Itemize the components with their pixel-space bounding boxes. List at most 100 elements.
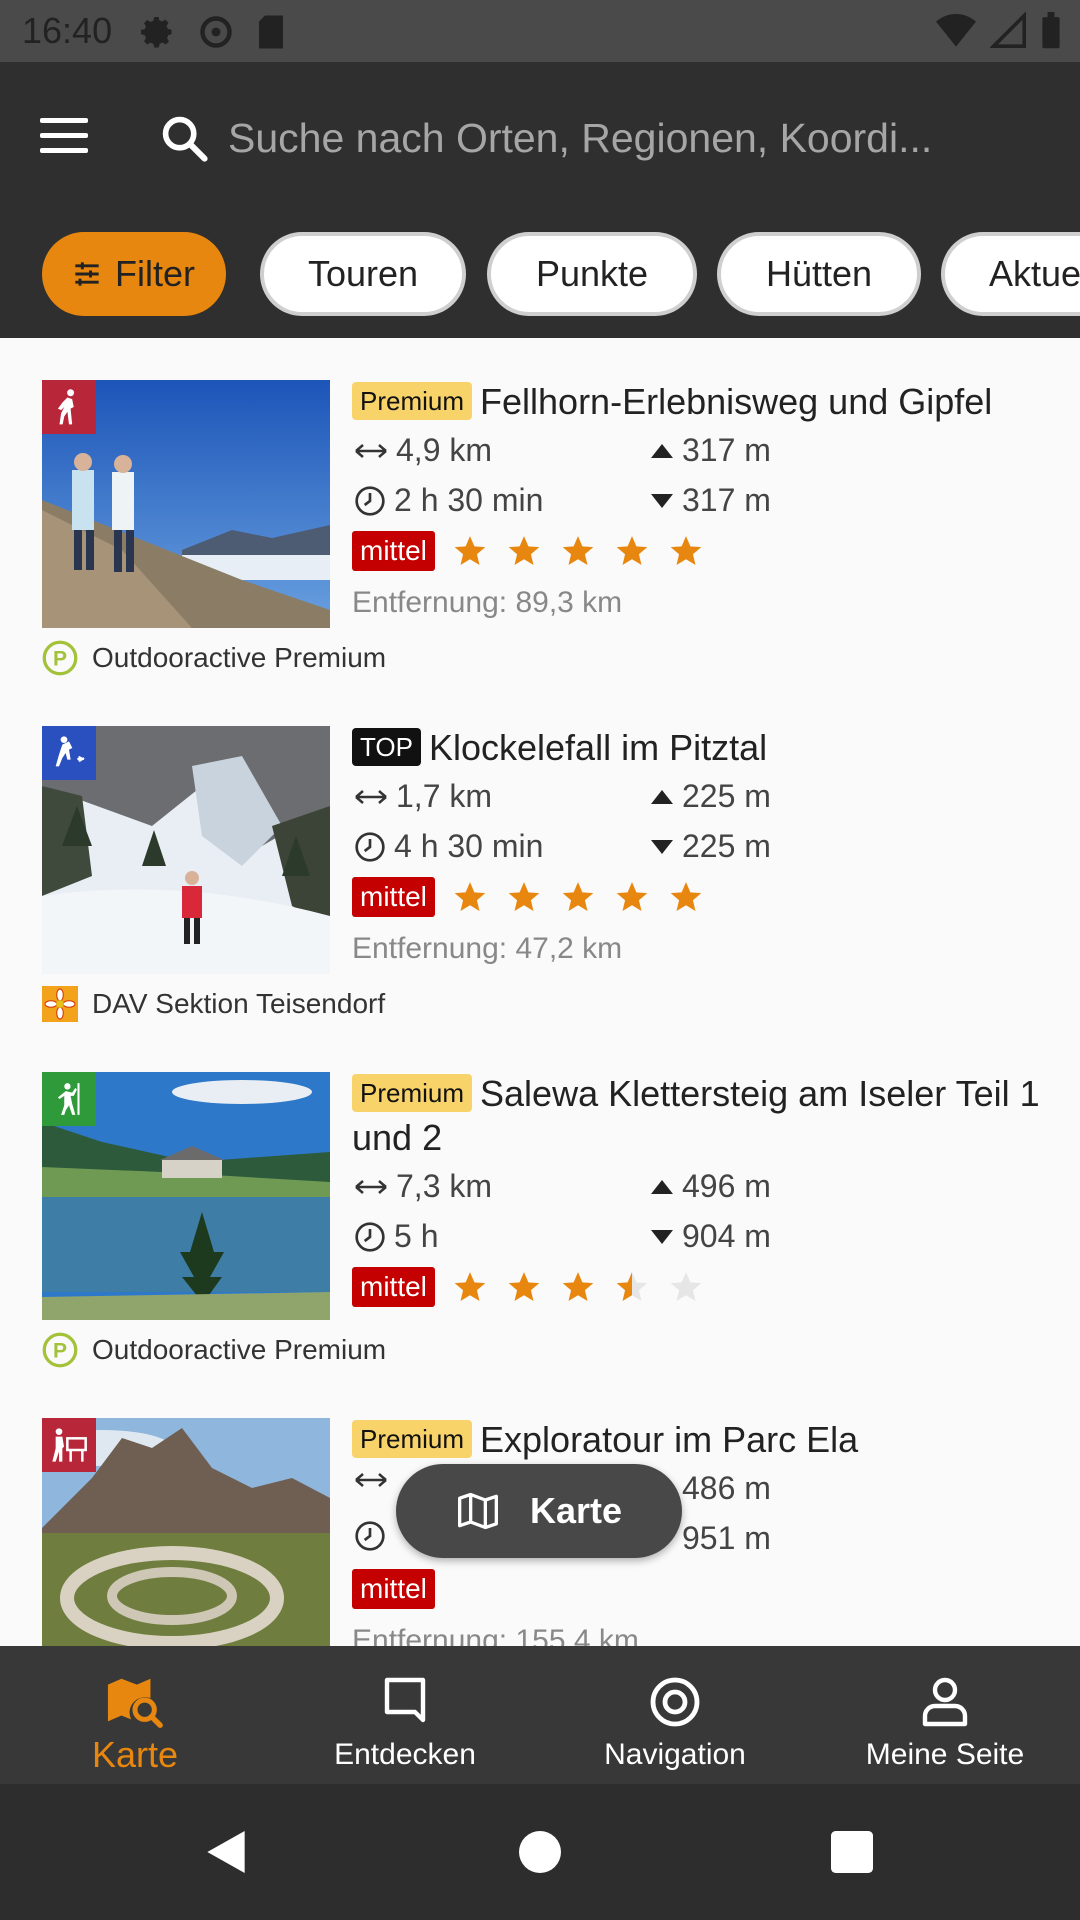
length-icon	[355, 1179, 387, 1194]
themed-trail-icon	[42, 1418, 96, 1472]
via-ferrata-icon	[42, 1072, 96, 1126]
star-icon	[616, 882, 648, 912]
signal-icon	[990, 12, 1026, 48]
descent-icon	[651, 493, 673, 508]
tour-image	[42, 726, 330, 974]
status-time: 16:40	[22, 10, 113, 51]
tour-length: 7,3 km	[396, 1168, 493, 1204]
ice-climbing-icon	[42, 726, 96, 780]
map-search-icon	[107, 1678, 163, 1728]
tour-image	[42, 1418, 330, 1646]
svg-text:P: P	[53, 1340, 67, 1363]
star-icon	[616, 1272, 648, 1302]
star-icon	[562, 536, 594, 566]
dnd-icon	[200, 16, 232, 48]
tour-image	[42, 1072, 330, 1320]
tour-title-line: Premium Exploratour im Parc Ela	[352, 1418, 1052, 1462]
tour-descent: 951 m	[682, 1520, 771, 1556]
difficulty-badge: mittel	[352, 877, 435, 917]
menu-icon[interactable]	[40, 118, 88, 158]
chip-touren[interactable]: Touren	[260, 232, 466, 316]
list-item[interactable]: Premium Fellhorn-Erlebnisweg und Gipfel 4…	[0, 338, 1080, 684]
nav-entdecken[interactable]: Entdecken	[270, 1646, 540, 1784]
rating-stars	[453, 1270, 703, 1304]
search-icon[interactable]	[158, 112, 210, 164]
nav-navigation[interactable]: Navigation	[540, 1646, 810, 1784]
map-button[interactable]: Karte	[396, 1464, 682, 1558]
clock-icon	[355, 1221, 385, 1252]
clock-icon	[355, 831, 385, 862]
tour-list[interactable]: Premium Fellhorn-Erlebnisweg und Gipfel 4…	[0, 338, 1080, 1646]
chip-punkte[interactable]: Punkte	[487, 232, 697, 316]
tour-descent: 225 m	[682, 828, 771, 864]
tour-distance: Entfernung: 89,3 km	[352, 586, 623, 619]
star-icon	[670, 536, 702, 566]
tour-length: 1,7 km	[396, 778, 493, 814]
nav-label: Karte	[91, 1734, 179, 1775]
filter-chip-label: Filter	[115, 253, 195, 294]
premium-badge: Premium	[352, 1420, 473, 1458]
nav-label: Meine Seite	[865, 1738, 1025, 1771]
settings-icon	[141, 17, 172, 48]
star-icon	[454, 882, 486, 912]
list-item[interactable]: Premium Salewa Klettersteig am Iseler Tei…	[0, 1030, 1080, 1376]
nav-karte[interactable]: Karte	[0, 1646, 270, 1784]
recents-icon[interactable]	[824, 1824, 880, 1880]
star-icon	[562, 882, 594, 912]
filter-chip[interactable]: Filter	[42, 232, 226, 316]
descent-icon	[651, 1229, 673, 1244]
tour-source: P Outdooractive Premium	[42, 1332, 386, 1368]
nav-meine-seite[interactable]: Meine Seite	[810, 1646, 1080, 1784]
ascent-icon	[651, 789, 673, 804]
tour-source: P Outdooractive Premium	[42, 640, 386, 676]
sd-card-icon	[259, 15, 283, 49]
list-item[interactable]: TOP Klockelefall im Pitztal 1,7 km 225 m …	[0, 684, 1080, 1030]
tour-title: Fellhorn-Erlebnisweg und Gipfel	[480, 381, 993, 422]
premium-badge: Premium	[352, 1074, 473, 1112]
star-icon	[454, 1272, 486, 1302]
chip-label: Touren	[307, 253, 419, 294]
tour-distance: Entfernung: 155,4 km	[352, 1624, 639, 1646]
back-icon[interactable]	[198, 1824, 254, 1880]
filter-chips: Filter Touren Punkte Hütten Aktue	[0, 232, 1080, 320]
tune-icon	[75, 262, 99, 286]
star-icon	[508, 882, 540, 912]
chip-aktuelles[interactable]: Aktue	[941, 232, 1080, 316]
tour-stats: 4,9 km 317 m 2 h 30 min 317 m	[352, 424, 1052, 526]
star-icon	[508, 1272, 540, 1302]
home-icon[interactable]	[512, 1824, 568, 1880]
bottom-navigation: Karte Entdecken Navigation Meine Seite	[0, 1646, 1080, 1784]
tour-title-line: Premium Fellhorn-Erlebnisweg und Gipfel	[352, 380, 1052, 424]
star-icon	[670, 882, 702, 912]
discover-icon	[384, 1677, 426, 1723]
rating-stars	[453, 534, 703, 568]
source-label: DAV Sektion Teisendorf	[92, 988, 386, 1019]
tour-title: Exploratour im Parc Ela	[480, 1419, 859, 1460]
tour-title-line: Premium Salewa Klettersteig am Iseler Tei…	[352, 1072, 1052, 1160]
search-input[interactable]	[228, 106, 1048, 170]
difficulty-badge: mittel	[352, 531, 435, 571]
premium-p-icon: P	[42, 640, 78, 676]
tour-stats: 1,7 km 225 m 4 h 30 min 225 m	[352, 770, 1052, 872]
tour-length: 4,9 km	[396, 432, 493, 468]
clock-icon	[355, 485, 385, 516]
premium-badge: Premium	[352, 382, 473, 420]
tour-descent: 904 m	[682, 1218, 771, 1254]
tour-duration: 4 h 30 min	[394, 828, 544, 864]
tour-ascent: 496 m	[682, 1168, 771, 1204]
svg-text:P: P	[53, 648, 67, 671]
star-icon	[454, 536, 486, 566]
status-bar: 16:40	[0, 0, 1080, 62]
ascent-icon	[651, 1179, 673, 1194]
chip-label: Hütten	[765, 253, 873, 294]
tour-distance: Entfernung: 47,2 km	[352, 932, 623, 965]
tour-ascent: 486 m	[682, 1470, 771, 1506]
chip-huetten[interactable]: Hütten	[717, 232, 921, 316]
difficulty-badge: mittel	[352, 1569, 435, 1609]
hiking-icon	[42, 380, 96, 434]
navigation-target-icon	[650, 1677, 700, 1727]
clock-icon	[355, 1521, 385, 1551]
tour-title-line: TOP Klockelefall im Pitztal	[352, 726, 1052, 770]
app-bar: Filter Touren Punkte Hütten Aktue	[0, 62, 1080, 338]
nav-label: Entdecken	[334, 1738, 476, 1771]
